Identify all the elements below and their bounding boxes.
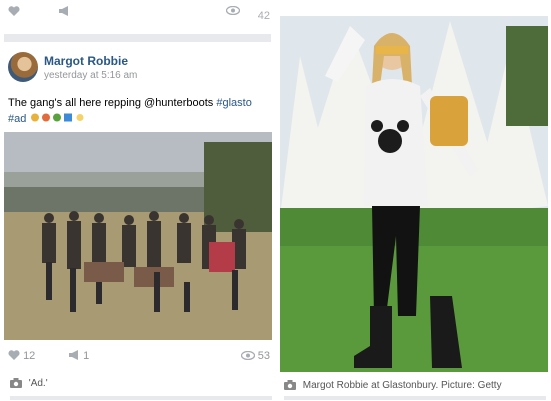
left-column: 42 Margot Robbie yesterday at 5:16 am Th…	[0, 0, 276, 401]
camera-icon	[284, 380, 296, 390]
megaphone-icon[interactable]	[58, 6, 70, 19]
caption-left: 'Ad.'	[10, 378, 48, 389]
post-photo[interactable]	[4, 132, 272, 340]
post-divider	[4, 34, 271, 42]
eye-icon	[225, 5, 241, 18]
post-text: The gang's all here repping @hunterboots…	[8, 95, 272, 127]
views-indicator: 53	[240, 350, 270, 362]
post-card: Margot Robbie yesterday at 5:16 am The g…	[4, 44, 272, 344]
previous-post-stats: 42	[8, 0, 270, 28]
like-button[interactable]: 12	[8, 350, 35, 362]
caption-left-text: 'Ad.'	[28, 378, 48, 389]
heart-icon[interactable]	[8, 6, 20, 19]
megaphone-icon	[69, 350, 78, 360]
post-text-body: The gang's all here repping @hunterboots	[8, 97, 214, 109]
views-count: 42	[257, 10, 270, 22]
post-stats: 12 1 53	[8, 348, 270, 366]
views-count: 53	[257, 350, 270, 362]
caption-divider	[10, 396, 272, 400]
hashtag-ad[interactable]: #ad	[8, 113, 26, 125]
shares-count: 1	[83, 350, 90, 362]
glastonbury-photo[interactable]	[280, 16, 548, 372]
eye-icon	[240, 350, 255, 361]
hashtag-glasto[interactable]: #glasto	[216, 97, 251, 109]
emoji-row	[29, 113, 89, 125]
avatar[interactable]	[8, 52, 38, 82]
post-time[interactable]: yesterday at 5:16 am	[44, 70, 137, 81]
caption-right-text: Margot Robbie at Glastonbury. Picture: G…	[302, 380, 502, 391]
share-button[interactable]: 1	[68, 350, 89, 362]
caption-right: Margot Robbie at Glastonbury. Picture: G…	[284, 380, 502, 391]
caption-divider	[284, 396, 546, 400]
likes-count: 12	[23, 350, 36, 362]
heart-icon	[8, 350, 20, 360]
camera-icon	[10, 378, 22, 388]
post-author[interactable]: Margot Robbie	[44, 54, 128, 68]
